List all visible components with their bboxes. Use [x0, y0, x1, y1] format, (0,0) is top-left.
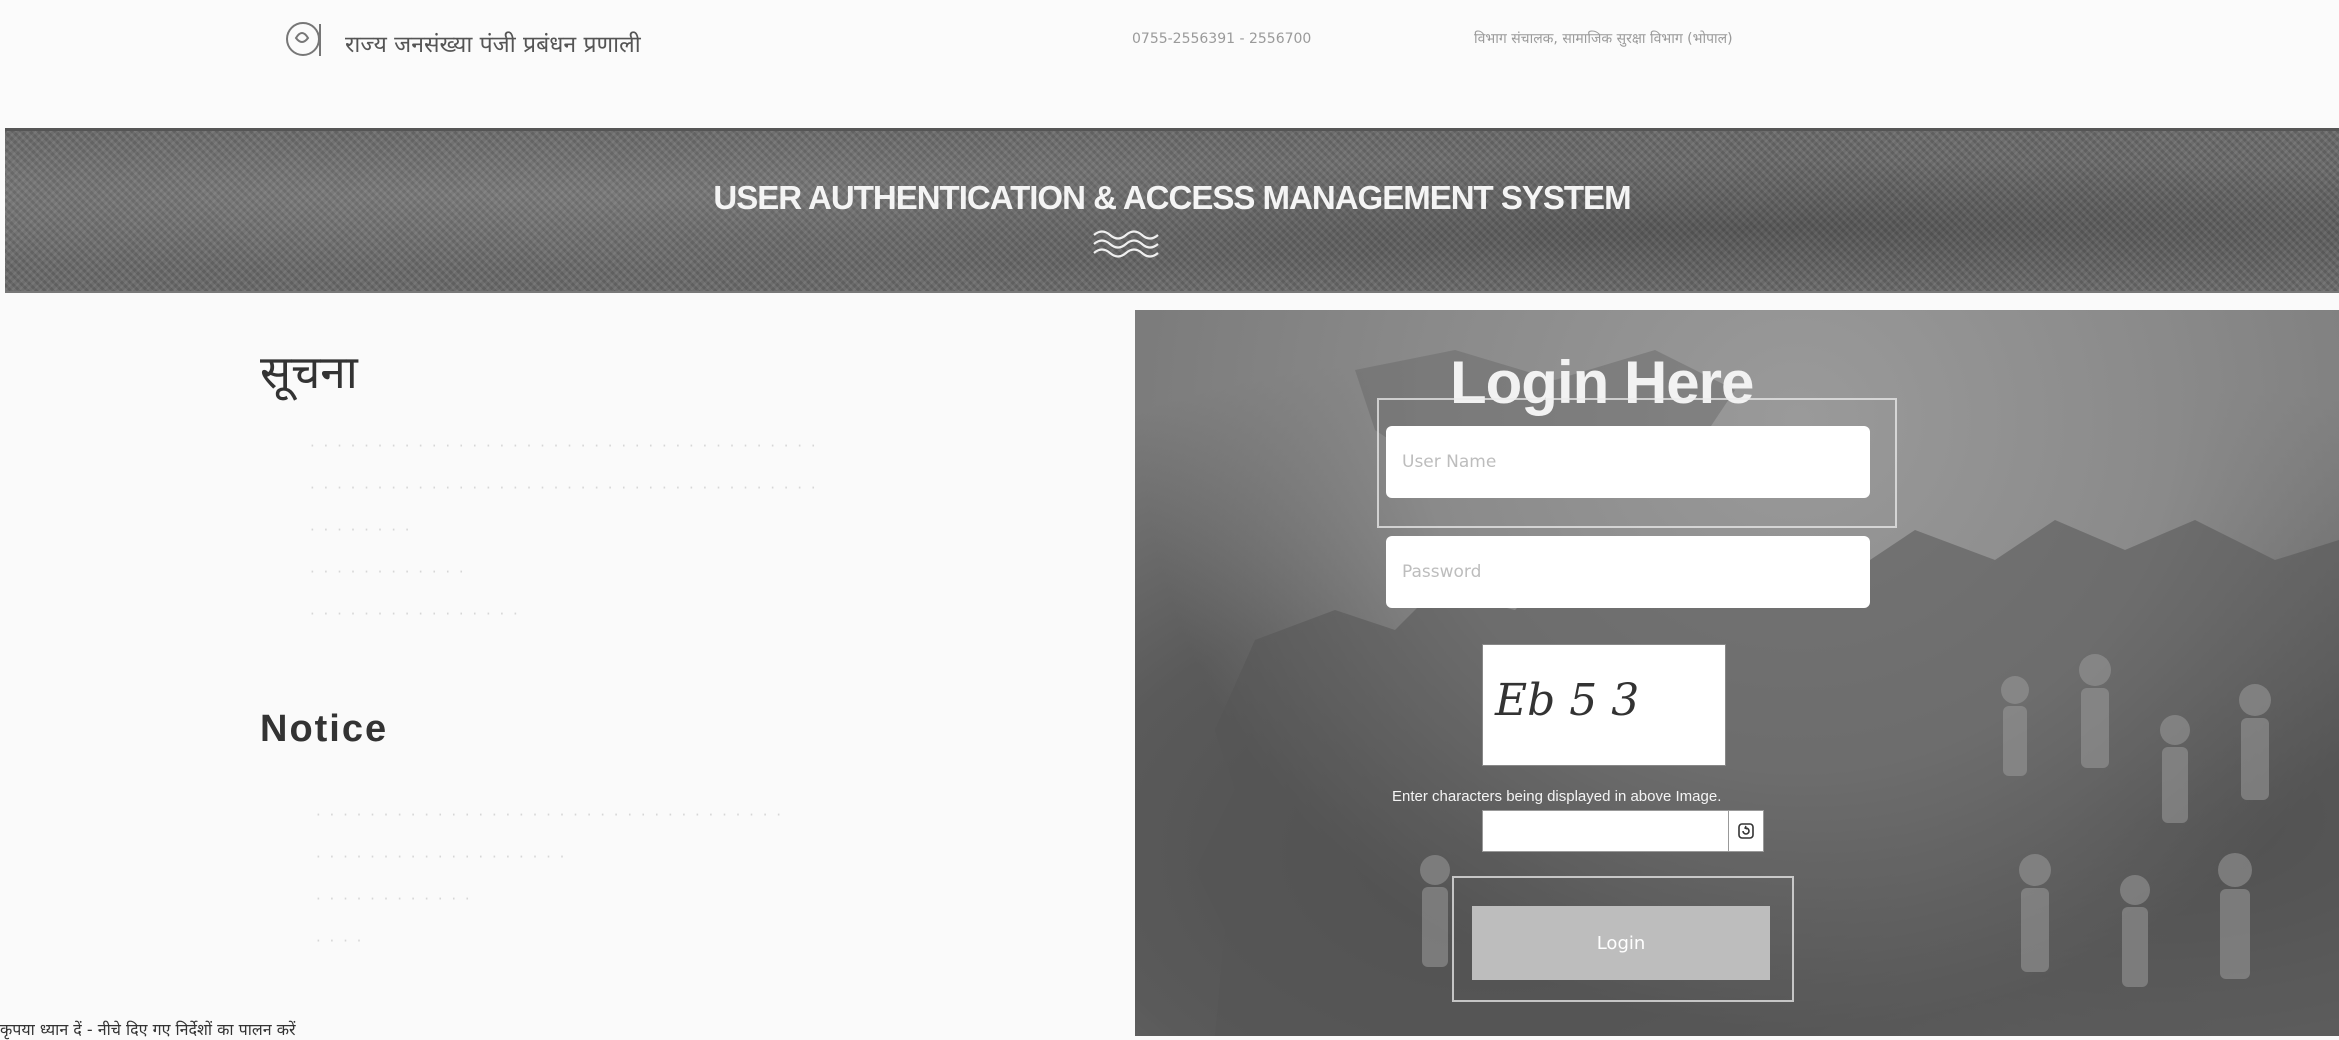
- wave-divider-icon: [1093, 230, 1159, 258]
- login-button[interactable]: Login: [1472, 906, 1770, 980]
- top-header: राज्य जनसंख्या पंजी प्रबंधन प्रणाली 0755…: [0, 0, 2339, 120]
- captcha-caption: Enter characters being displayed in abov…: [1392, 788, 1722, 805]
- list-item: · · · · · · · ·: [310, 514, 1110, 546]
- english-notice-list: · · · · · · · · · · · · · · · · · · · · …: [316, 800, 783, 968]
- bottom-note: कृपया ध्यान दें - नीचे दिए गए निर्देशों …: [0, 1020, 296, 1039]
- list-item: · · · · · · · · · · · · · · · ·: [310, 598, 1110, 630]
- faded-text-line: · · · · · · · · · · · ·: [316, 890, 472, 908]
- list-item: · · · · · · · · · · · ·: [310, 556, 1110, 588]
- office-info: विभाग संचालक, सामाजिक सुरक्षा विभाग (भोप…: [1474, 28, 1733, 50]
- state-emblem-icon: [286, 22, 321, 56]
- faded-text-line: · · · · · · · · · · · · · · · · · · ·: [316, 848, 567, 866]
- faded-text-line: · · · · · · · · · · · · · · · · · · · · …: [310, 437, 818, 455]
- faded-text-line: · · · · · · · · · · · · · · · · · · · · …: [310, 479, 818, 497]
- captcha-input[interactable]: [1482, 810, 1732, 852]
- list-item: · · · · · · · · · · · ·: [316, 884, 783, 914]
- system-banner: USER AUTHENTICATION & ACCESS MANAGEMENT …: [5, 128, 2339, 293]
- hindi-notice-list: · · · · · · · · · · · · · · · · · · · · …: [310, 430, 1110, 640]
- office-name: विभाग संचालक, सामाजिक सुरक्षा विभाग (भोप…: [1474, 31, 1733, 47]
- banner-title: USER AUTHENTICATION & ACCESS MANAGEMENT …: [713, 179, 1631, 216]
- faded-text-line: · · · · · · · · · · · ·: [310, 563, 466, 581]
- english-notice-heading: Notice: [260, 708, 389, 750]
- contact-info: 0755-2556391 - 2556700: [1132, 28, 1311, 50]
- username-input[interactable]: [1386, 426, 1870, 498]
- captcha-refresh-button[interactable]: [1728, 810, 1764, 852]
- refresh-icon: [1738, 823, 1754, 839]
- captcha-text: Eb 5 3: [1494, 675, 1639, 726]
- site-title: राज्य जनसंख्या पंजी प्रबंधन प्रणाली: [345, 32, 641, 58]
- faded-text-line: · · · · · · · · · · · · · · · · · · · · …: [316, 806, 783, 824]
- hindi-notice-heading: सूचना: [260, 345, 358, 399]
- faded-text-line: · · · · · · · ·: [310, 521, 412, 539]
- list-item: · · · · · · · · · · · · · · · · · · ·: [316, 842, 783, 872]
- list-item: · · · ·: [316, 926, 783, 956]
- faded-text-line: · · · · · · · · · · · · · · · ·: [310, 605, 520, 623]
- faded-text-line: · · · ·: [316, 932, 364, 950]
- password-input[interactable]: [1386, 536, 1870, 608]
- list-item: · · · · · · · · · · · · · · · · · · · · …: [316, 800, 783, 830]
- list-item: · · · · · · · · · · · · · · · · · · · · …: [310, 472, 1110, 504]
- contact-phone: 0755-2556391 - 2556700: [1132, 31, 1312, 47]
- captcha-image: Eb 5 3: [1482, 644, 1726, 766]
- list-item: · · · · · · · · · · · · · · · · · · · · …: [310, 430, 1110, 462]
